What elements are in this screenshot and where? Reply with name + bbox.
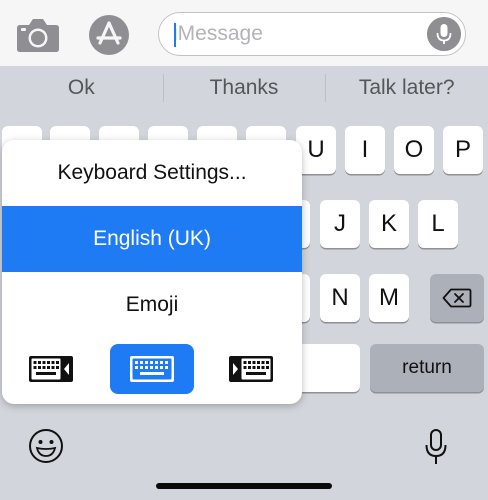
key-k[interactable]: K	[369, 200, 409, 248]
prediction-suggestion[interactable]: Ok	[0, 66, 163, 110]
prediction-suggestion[interactable]: Thanks	[162, 66, 326, 110]
left-handed-keyboard-icon	[29, 356, 73, 382]
right-handed-keyboard-button[interactable]	[220, 344, 282, 394]
message-field[interactable]	[158, 12, 466, 56]
key-u[interactable]: U	[296, 126, 336, 174]
camera-icon[interactable]	[16, 17, 60, 53]
full-keyboard-icon	[130, 356, 174, 382]
prediction-suggestion[interactable]: Talk later?	[325, 66, 488, 110]
delete-icon	[442, 288, 472, 308]
message-input[interactable]	[173, 19, 423, 49]
key-m[interactable]: M	[369, 274, 409, 322]
menu-item-english-uk[interactable]: English (UK)	[2, 206, 302, 272]
microphone-icon[interactable]	[427, 17, 461, 51]
predictive-text-bar: Ok Thanks Talk later?	[0, 66, 488, 110]
emoji-icon[interactable]	[28, 428, 64, 464]
key-n[interactable]: N	[320, 274, 360, 322]
dictation-microphone-icon[interactable]	[424, 428, 448, 468]
keyboard-switcher-menu: Keyboard Settings... English (UK) Emoji	[2, 140, 302, 404]
home-indicator	[156, 483, 332, 489]
key-o[interactable]: O	[394, 126, 434, 174]
app-store-icon[interactable]	[88, 14, 130, 56]
full-keyboard-button[interactable]	[110, 344, 194, 394]
right-handed-keyboard-icon	[229, 356, 273, 382]
return-key[interactable]: return	[370, 344, 484, 392]
key-j[interactable]: J	[320, 200, 360, 248]
delete-key[interactable]	[430, 274, 484, 322]
left-handed-keyboard-button[interactable]	[20, 344, 82, 394]
key-p[interactable]: P	[443, 126, 483, 174]
text-cursor	[174, 23, 176, 47]
menu-item-keyboard-settings[interactable]: Keyboard Settings...	[2, 140, 302, 206]
menu-item-emoji[interactable]: Emoji	[2, 272, 302, 338]
key-i[interactable]: I	[345, 126, 385, 174]
key-l[interactable]: L	[418, 200, 458, 248]
message-toolbar	[0, 0, 488, 66]
